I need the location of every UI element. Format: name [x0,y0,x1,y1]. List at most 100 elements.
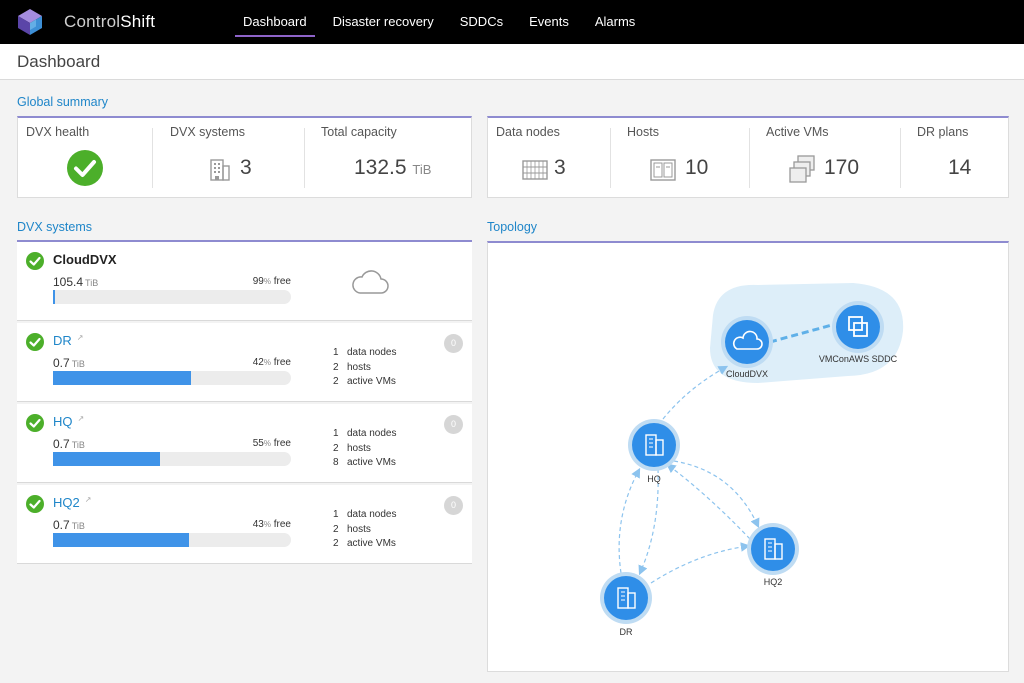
stat-hosts: 2 hosts [333,361,397,376]
stat-data-nodes: 1 data nodes [333,346,397,361]
capacity-unit: TiB [71,521,85,531]
topology-node-hq2[interactable] [747,523,799,575]
stat-value: 2 [333,442,339,454]
dvx-name-link[interactable]: DR ↗ [53,333,83,348]
divider [749,128,750,188]
capacity-bar [53,371,291,385]
dvx-card-hq[interactable]: HQ ↗ 0.7 TiB 55% free 1 data nodes 2 hosts 8… [17,404,472,483]
stat-active-vms: 8 active VMs [333,456,397,471]
topology-node-hq[interactable] [628,419,680,471]
pct-sign: % [263,277,271,286]
main-nav: Dashboard Disaster recovery SDDCs Events… [232,0,650,44]
controlshift-logo-icon[interactable] [16,8,44,36]
stat-label: data nodes [347,347,397,358]
status-ok-icon [26,495,44,513]
global-summary-panel-right: Data nodes 3 Hosts 10 Active VMs 170 DR … [487,116,1009,198]
status-ok-icon [26,414,44,432]
stat-value: 1 [333,347,339,358]
topology-graph [600,283,904,624]
capacity-bar-fill [53,290,56,304]
nav-sddcs[interactable]: SDDCs [449,0,514,44]
dvx-free: 42% free [217,357,291,368]
alarm-count-badge[interactable]: 0 [444,415,463,434]
topology-node-clouddvx[interactable] [721,316,773,368]
edge-dr-hq [618,467,641,574]
capacity-bar-fill [53,371,192,385]
total-capacity-label: Total capacity [321,125,397,139]
stat-label: hosts [347,442,371,454]
stat-label: data nodes [347,428,397,439]
brand-suffix: Shift [120,12,156,31]
stat-active-vms: 2 active VMs [333,537,397,552]
stat-label: active VMs [347,376,396,387]
active-vms-cell: Active VMs 170 [758,118,900,198]
server-rack-icon [522,160,548,180]
node-label-clouddvx: CloudDVX [725,369,769,379]
stat-value: 2 [333,376,339,387]
dr-plans-cell: DR plans 14 [909,118,1009,198]
dvx-free: 43% free [217,519,291,530]
page-title: Dashboard [17,52,101,71]
nav-events[interactable]: Events [518,0,580,44]
dvx-name: DR [53,333,72,348]
stat-value: 1 [333,428,339,439]
data-nodes-value: 3 [554,156,566,179]
free-label: free [273,276,291,287]
free-pct: 55 [252,438,264,449]
stat-label: active VMs [347,538,396,549]
free-label: free [273,357,291,368]
capacity-value: 0.7 [53,518,70,532]
alarm-count-badge[interactable]: 0 [444,496,463,515]
stat-hosts: 2 hosts [333,442,397,457]
free-pct: 43 [252,519,264,530]
dvx-name-link[interactable]: HQ2 ↗ [53,495,91,510]
dvx-free: 55% free [217,438,291,449]
dvx-systems-label: DVX systems [170,125,246,139]
dvx-free: 99% free [217,276,291,287]
capacity-bar [53,533,291,547]
divider [900,128,901,188]
dvx-health-label: DVX health [26,125,90,139]
page-header: Dashboard [0,44,1024,80]
dvx-stats: 1 data nodes 2 hosts 2 active VMs [333,508,397,552]
nav-dashboard[interactable]: Dashboard [232,0,318,44]
external-link-icon: ↗ [76,333,84,342]
stat-data-nodes: 1 data nodes [333,508,397,523]
capacity-bar [53,290,291,304]
capacity-value: 105.4 [53,275,84,289]
total-capacity-number: 132.5 [354,156,407,179]
node-label-dr: DR [619,627,633,637]
stat-value: 2 [333,523,339,535]
nav-disaster-recovery[interactable]: Disaster recovery [322,0,445,44]
dvx-systems-value: 3 [240,156,252,179]
free-pct: 42 [252,357,264,368]
app-brand[interactable]: ControlShift [64,12,155,32]
free-label: free [273,438,291,449]
capacity-value: 0.7 [53,437,70,451]
stat-data-nodes: 1 data nodes [333,427,397,442]
host-icon [650,159,676,181]
pct-sign: % [263,358,271,367]
free-label: free [273,519,291,530]
topology-node-vmc[interactable] [832,301,884,353]
dvx-stats: 1 data nodes 2 hosts 2 active VMs [333,346,397,390]
pct-sign: % [263,520,271,529]
dvx-name: HQ [53,414,73,429]
dvx-card-hq2[interactable]: HQ2 ↗ 0.7 TiB 43% free 1 data nodes 2 hosts … [17,485,472,564]
capacity-bar-fill [53,533,189,547]
dvx-card-dr[interactable]: DR ↗ 0.7 TiB 42% free 1 data nodes 2 hosts 2… [17,323,472,402]
dvx-name: HQ2 [53,495,80,510]
dvx-card-clouddvx[interactable]: CloudDVX 105.4 TiB 99% free [17,242,472,321]
vm-stack-icon [789,155,815,183]
dvx-capacity: 0.7 TiB [53,437,85,451]
hosts-value: 10 [685,156,709,179]
cloud-icon [352,270,389,294]
topology-node-dr[interactable] [600,572,652,624]
nav-alarms[interactable]: Alarms [584,0,646,44]
total-capacity-cell: Total capacity 132.5 TiB [313,118,471,198]
dvx-name-link[interactable]: HQ ↗ [53,414,84,429]
stat-label: hosts [347,523,371,535]
edge-hq-dr [638,468,659,576]
stat-value: 2 [333,361,339,373]
alarm-count-badge[interactable]: 0 [444,334,463,353]
